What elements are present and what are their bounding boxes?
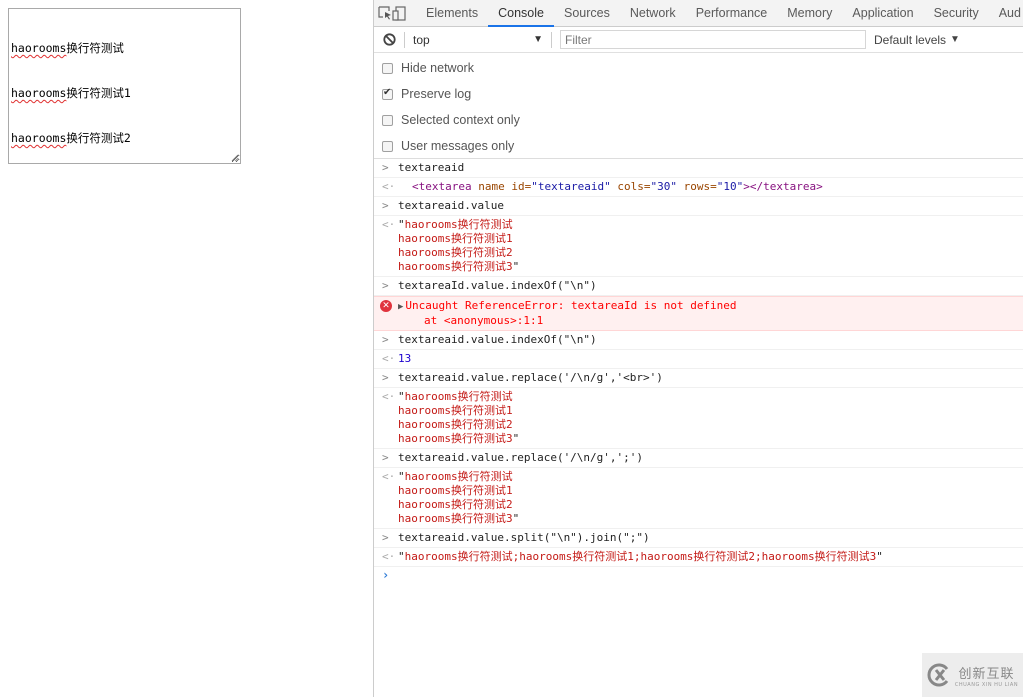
tab-sources[interactable]: Sources xyxy=(554,0,620,26)
console-output[interactable]: <· <textarea name id="textareaid" cols="… xyxy=(374,178,1023,197)
setting-user-messages-only[interactable]: User messages only xyxy=(374,133,1023,159)
log-levels-label: Default levels xyxy=(874,32,947,47)
resize-grip-icon[interactable] xyxy=(230,153,239,162)
input-prompt-icon: > xyxy=(382,333,389,346)
tab-security[interactable]: Security xyxy=(924,0,989,26)
output-arrow-icon: <· xyxy=(382,218,396,231)
checkbox-checked[interactable] xyxy=(382,87,393,100)
console-output: <· "haorooms换行符测试 haorooms换行符测试1 haoroom… xyxy=(374,468,1023,529)
console-input: > textareaid.value.replace('/\n/g',';') xyxy=(374,449,1023,468)
clear-console-button[interactable] xyxy=(374,33,404,46)
logo-icon xyxy=(927,663,949,687)
tab-elements[interactable]: Elements xyxy=(416,0,488,26)
toolbar-divider xyxy=(551,31,552,48)
setting-hide-network[interactable]: Hide network xyxy=(374,55,1023,81)
console-output: <· "haorooms换行符测试;haorooms换行符测试1;haoroom… xyxy=(374,548,1023,567)
prompt-chevron-icon: › xyxy=(382,568,390,582)
checkbox[interactable] xyxy=(382,140,393,152)
tab-application[interactable]: Application xyxy=(842,0,923,26)
console-toolbar: top ▼ Default levels ▼ xyxy=(374,27,1023,53)
inspect-element-icon[interactable] xyxy=(378,0,392,26)
dropdown-arrow-icon: ▼ xyxy=(533,34,543,45)
input-prompt-icon: > xyxy=(382,279,389,292)
checkbox[interactable] xyxy=(382,62,393,74)
block-icon xyxy=(382,33,396,46)
error-icon: ✕ xyxy=(380,300,392,312)
console-input: > textareaid.value xyxy=(374,197,1023,216)
console-error[interactable]: ✕ ▶ Uncaught ReferenceError: textareaId i… xyxy=(374,296,1023,331)
input-prompt-icon: > xyxy=(382,451,389,464)
console-prompt-input[interactable]: › xyxy=(374,567,1023,585)
input-prompt-icon: > xyxy=(382,531,389,544)
console-input: > textareaid.value.split("\n").join(";") xyxy=(374,529,1023,548)
log-levels-dropdown[interactable]: Default levels ▼ xyxy=(874,33,960,47)
console-settings: Hide network Preserve log Selected conte… xyxy=(374,53,1023,159)
context-value: top xyxy=(413,32,430,47)
page-content: haorooms换行符测试 haorooms换行符测试1 haorooms换行符… xyxy=(0,0,373,697)
textarea-line: haorooms换行符测试2 xyxy=(11,131,131,145)
output-arrow-icon: <· xyxy=(382,390,396,403)
console-messages: > textareaid <· <textarea name id="texta… xyxy=(374,159,1023,585)
console-input: > textareaid xyxy=(374,159,1023,178)
textarea-field[interactable]: haorooms换行符测试 haorooms换行符测试1 haorooms换行符… xyxy=(8,8,241,164)
tab-performance[interactable]: Performance xyxy=(686,0,778,26)
textarea-line: haorooms换行符测试 xyxy=(11,41,124,55)
devtools-tabbar: Elements Console Sources Network Perform… xyxy=(374,0,1023,27)
console-output: <· 13 xyxy=(374,350,1023,369)
tab-network[interactable]: Network xyxy=(620,0,686,26)
output-arrow-icon: <· xyxy=(382,180,396,193)
element-node[interactable]: <textarea name id="textareaid" cols="30"… xyxy=(398,180,1023,194)
device-toolbar-icon[interactable] xyxy=(392,0,406,26)
console-input: > textareaid.value.indexOf("\n") xyxy=(374,331,1023,350)
input-prompt-icon: > xyxy=(382,371,389,384)
setting-selected-context-only[interactable]: Selected context only xyxy=(374,107,1023,133)
watermark-logo: 创新互联 CHUANG XIN HU LIAN xyxy=(922,653,1023,697)
console-output: <· "haorooms换行符测试 haorooms换行符测试1 haoroom… xyxy=(374,216,1023,277)
checkbox[interactable] xyxy=(382,114,393,126)
context-selector[interactable]: top ▼ xyxy=(405,33,551,47)
tab-console[interactable]: Console xyxy=(488,0,554,27)
output-arrow-icon: <· xyxy=(382,550,396,563)
dropdown-arrow-icon: ▼ xyxy=(950,34,960,45)
textarea-line: haorooms换行符测试1 xyxy=(11,86,131,100)
console-input: > textareaid.value.replace('/\n/g','<br>… xyxy=(374,369,1023,388)
filter-input[interactable] xyxy=(560,30,866,49)
devtools-panel: Elements Console Sources Network Perform… xyxy=(373,0,1023,697)
expand-triangle-icon[interactable]: ▶ xyxy=(398,302,403,312)
output-arrow-icon: <· xyxy=(382,352,396,365)
setting-preserve-log[interactable]: Preserve log xyxy=(374,81,1023,107)
input-prompt-icon: > xyxy=(382,199,389,212)
output-arrow-icon: <· xyxy=(382,470,396,483)
tab-memory[interactable]: Memory xyxy=(777,0,842,26)
tab-audits[interactable]: Aud xyxy=(989,0,1023,26)
console-input: > textareaId.value.indexOf("\n") xyxy=(374,277,1023,296)
input-prompt-icon: > xyxy=(382,161,389,174)
console-output: <· "haorooms换行符测试 haorooms换行符测试1 haoroom… xyxy=(374,388,1023,449)
